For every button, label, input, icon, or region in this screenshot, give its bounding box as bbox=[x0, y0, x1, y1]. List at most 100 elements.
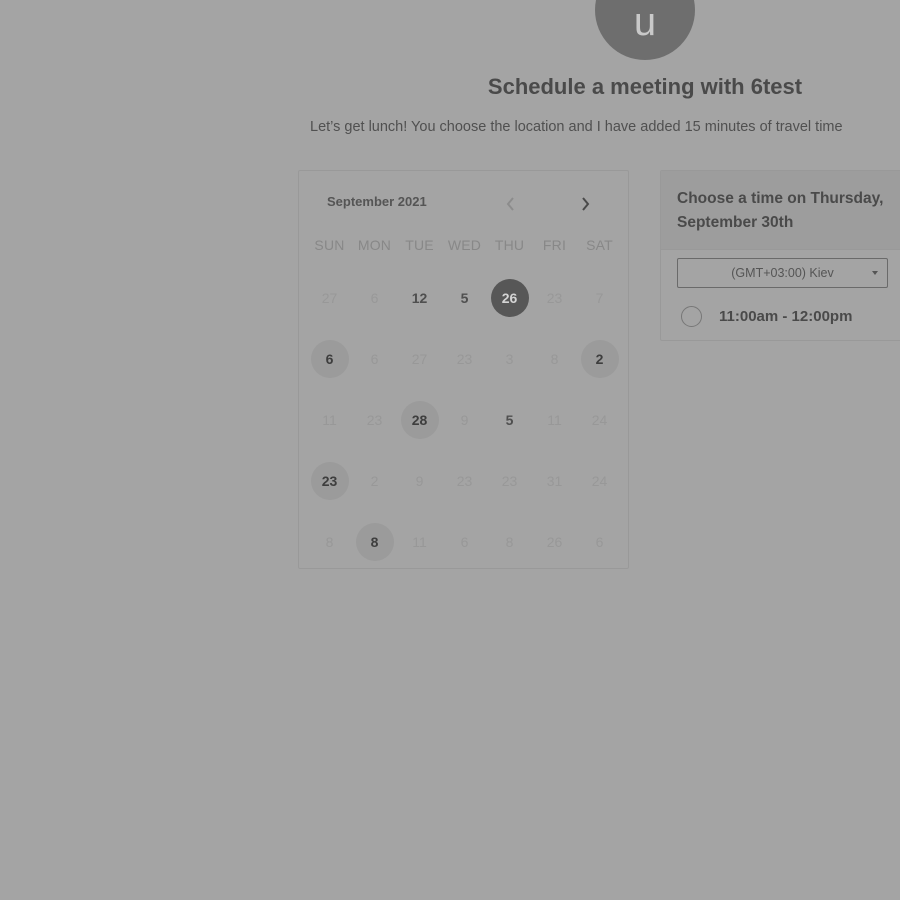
calendar-day[interactable]: 6 bbox=[307, 339, 352, 378]
calendar-day-number: 8 bbox=[325, 533, 334, 550]
calendar-day-number: 31 bbox=[546, 472, 563, 489]
calendar-day-number: 23 bbox=[366, 411, 383, 428]
calendar-day: 23 bbox=[442, 462, 487, 500]
calendar-day-number: 28 bbox=[400, 400, 439, 439]
calendar-day[interactable]: 28 bbox=[397, 400, 442, 439]
calendar-day[interactable]: 2 bbox=[577, 339, 622, 378]
chevron-right-icon bbox=[582, 197, 590, 211]
calendar-day: 6 bbox=[442, 523, 487, 561]
calendar-day-number: 23 bbox=[456, 350, 473, 367]
calendar-week-row: 6 6 27 23 3 8 2 bbox=[307, 328, 622, 389]
weekday-label: WED bbox=[447, 237, 482, 253]
calendar-day[interactable]: 5 bbox=[442, 279, 487, 317]
calendar-day: 2 bbox=[352, 462, 397, 500]
calendar-day-grid: 27 6 12 5 26 23 7 6 6 27 23 3 8 2 11 23 28 9 5 11 24 23 2 9 23 23… bbox=[307, 267, 622, 572]
avatar-letter: u bbox=[633, 0, 657, 44]
calendar-day: 8 bbox=[532, 340, 577, 378]
calendar-day: 8 bbox=[487, 523, 532, 561]
calendar-day: 27 bbox=[307, 279, 352, 317]
calendar-day-number: 23 bbox=[310, 461, 349, 500]
calendar-day[interactable]: 5 bbox=[487, 401, 532, 439]
calendar-day-selected[interactable]: 26 bbox=[487, 278, 532, 317]
calendar-week-row: 27 6 12 5 26 23 7 bbox=[307, 267, 622, 328]
prev-month-button[interactable] bbox=[500, 193, 522, 215]
weekday-label: FRI bbox=[542, 237, 567, 253]
calendar-day: 11 bbox=[532, 401, 577, 439]
calendar-day-number: 6 bbox=[460, 533, 469, 550]
calendar-day-number: 2 bbox=[370, 472, 379, 489]
calendar-day: 31 bbox=[532, 462, 577, 500]
calendar-day-number: 27 bbox=[411, 350, 428, 367]
calendar-day-number: 24 bbox=[591, 411, 608, 428]
next-month-button[interactable] bbox=[574, 193, 596, 215]
avatar: u bbox=[595, 0, 695, 60]
calendar-day-number: 8 bbox=[355, 522, 394, 561]
calendar-week-row: 23 2 9 23 23 31 24 bbox=[307, 450, 622, 511]
calendar-day-number: 7 bbox=[595, 289, 604, 306]
calendar-day-number: 11 bbox=[412, 533, 427, 550]
weekday-label: SUN bbox=[314, 237, 345, 253]
calendar-day: 7 bbox=[577, 279, 622, 317]
calendar-day: 6 bbox=[577, 523, 622, 561]
time-slot-label: 11:00am - 12:00pm bbox=[719, 308, 853, 325]
calendar-day: 9 bbox=[397, 462, 442, 500]
weekday-label: TUE bbox=[405, 237, 434, 253]
meeting-description: Let’s get lunch! You choose the location… bbox=[310, 119, 843, 135]
calendar-day-number: 2 bbox=[580, 339, 619, 378]
time-selection-panel: Choose a time on Thursday, September 30t… bbox=[660, 170, 900, 341]
calendar-day-number: 5 bbox=[460, 289, 469, 306]
timezone-select[interactable]: (GMT+03:00) Kiev bbox=[677, 258, 888, 288]
weekday-label: MON bbox=[357, 237, 392, 253]
weekday-header: SUN MON TUE WED THU FRI SAT bbox=[307, 237, 622, 253]
calendar-day: 9 bbox=[442, 401, 487, 439]
calendar-day-number: 27 bbox=[321, 289, 338, 306]
calendar-day-number: 9 bbox=[460, 411, 469, 428]
calendar-day: 23 bbox=[352, 401, 397, 439]
calendar: September 2021 SUN MON TUE WED THU FRI S… bbox=[298, 170, 629, 569]
calendar-day: 26 bbox=[532, 523, 577, 561]
page-title: Schedule a meeting with 6test bbox=[487, 74, 803, 99]
calendar-day: 23 bbox=[442, 340, 487, 378]
time-panel-heading: Choose a time on Thursday, September 30t… bbox=[661, 171, 900, 250]
calendar-week-row: 8 8 11 6 8 26 6 bbox=[307, 511, 622, 572]
calendar-day: 11 bbox=[307, 401, 352, 439]
radio-button[interactable] bbox=[681, 306, 702, 327]
calendar-day-number: 23 bbox=[501, 472, 518, 489]
calendar-day-number: 6 bbox=[370, 289, 379, 306]
calendar-day: 24 bbox=[577, 462, 622, 500]
calendar-day[interactable]: 12 bbox=[397, 279, 442, 317]
calendar-day-number: 6 bbox=[370, 350, 379, 367]
calendar-day-number: 6 bbox=[595, 533, 604, 550]
calendar-day-number: 23 bbox=[456, 472, 473, 489]
chevron-left-icon bbox=[506, 197, 514, 211]
caret-down-icon bbox=[872, 271, 878, 275]
calendar-day-number: 11 bbox=[322, 411, 337, 428]
calendar-day: 27 bbox=[397, 340, 442, 378]
calendar-day: 23 bbox=[487, 462, 532, 500]
calendar-day-number: 8 bbox=[550, 350, 559, 367]
calendar-day-number: 5 bbox=[505, 411, 514, 428]
calendar-day[interactable]: 8 bbox=[352, 522, 397, 561]
calendar-day-number: 26 bbox=[490, 278, 529, 317]
calendar-day: 6 bbox=[352, 279, 397, 317]
calendar-day-number: 23 bbox=[546, 289, 563, 306]
calendar-day-number: 26 bbox=[546, 533, 563, 550]
calendar-day: 11 bbox=[397, 523, 442, 561]
calendar-week-row: 11 23 28 9 5 11 24 bbox=[307, 389, 622, 450]
calendar-day: 8 bbox=[307, 523, 352, 561]
calendar-day-number: 6 bbox=[310, 339, 349, 378]
calendar-day[interactable]: 23 bbox=[307, 461, 352, 500]
weekday-label: SAT bbox=[586, 237, 613, 253]
timezone-value: (GMT+03:00) Kiev bbox=[731, 266, 834, 280]
weekday-label: THU bbox=[494, 237, 525, 253]
calendar-day-number: 11 bbox=[547, 411, 562, 428]
calendar-day: 24 bbox=[577, 401, 622, 439]
calendar-day: 23 bbox=[532, 279, 577, 317]
calendar-day: 6 bbox=[352, 340, 397, 378]
calendar-day: 3 bbox=[487, 340, 532, 378]
calendar-day-number: 3 bbox=[505, 350, 514, 367]
time-slot-option[interactable]: 11:00am - 12:00pm bbox=[681, 306, 852, 327]
calendar-day-number: 24 bbox=[591, 472, 608, 489]
calendar-month-label: September 2021 bbox=[327, 194, 427, 209]
calendar-day-number: 9 bbox=[415, 472, 424, 489]
